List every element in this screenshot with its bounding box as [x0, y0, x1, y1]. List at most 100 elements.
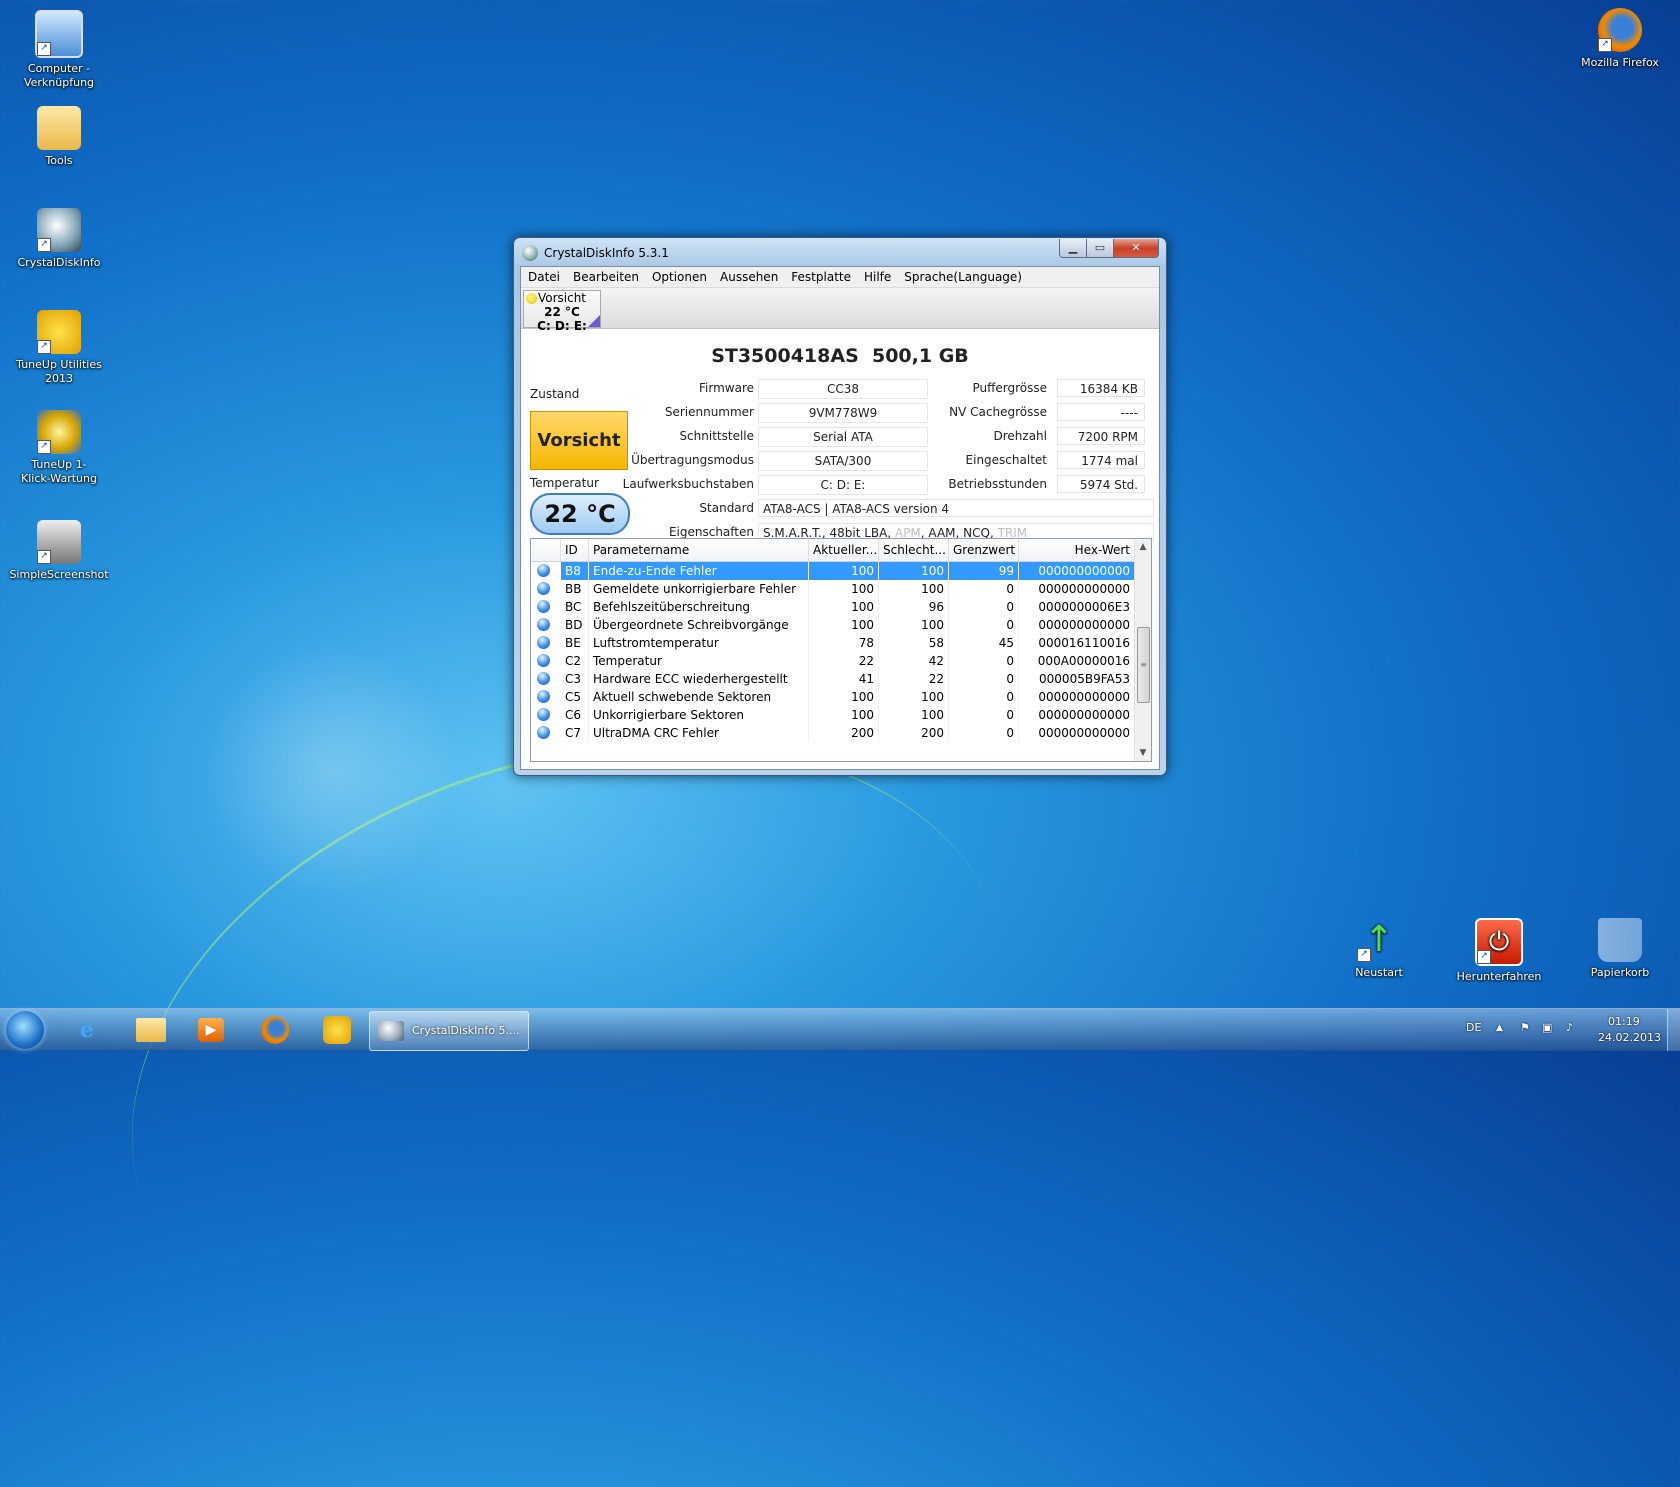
- cell-id: C7: [561, 724, 589, 742]
- cell-threshold: 0: [949, 652, 1019, 670]
- table-row[interactable]: C5 Aktuell schwebende Sektoren 100 100 0 0000…: [531, 688, 1135, 706]
- firefox-taskbar-icon[interactable]: [250, 1013, 300, 1047]
- cell-threshold: 0: [949, 670, 1019, 688]
- close-button[interactable]: ✕: [1113, 239, 1159, 258]
- language-indicator[interactable]: DE: [1466, 1021, 1481, 1034]
- desktop-icon-firefox[interactable]: ↗ Mozilla Firefox: [1565, 8, 1675, 70]
- table-row[interactable]: BE Luftstromtemperatur 78 58 45 000016110016: [531, 634, 1135, 652]
- column-header[interactable]: Parametername: [589, 539, 809, 561]
- app-icon: [522, 245, 538, 261]
- disk-tab[interactable]: Vorsicht 22 °C C: D: E:: [523, 290, 601, 333]
- scroll-up-icon[interactable]: ▲: [1135, 539, 1151, 555]
- desktop-icon-tuneup-oneclick[interactable]: ↗ TuneUp 1-Klick-Wartung: [4, 410, 114, 486]
- maximize-button[interactable]: ▭: [1086, 239, 1114, 258]
- menu-optionen[interactable]: Optionen: [645, 267, 713, 287]
- table-row[interactable]: C6 Unkorrigierbare Sektoren 100 100 0 0000000…: [531, 706, 1135, 724]
- wallpaper-glow: [200, 640, 460, 900]
- menu-hilfe[interactable]: Hilfe: [857, 267, 897, 287]
- column-status[interactable]: [531, 539, 561, 561]
- menu-bearbeiten[interactable]: Bearbeiten: [566, 267, 645, 287]
- desktop-icon-papierkorb[interactable]: Papierkorb: [1565, 918, 1675, 980]
- desktop-icon-computer[interactable]: ↗ Computer - Verknüpfung: [4, 10, 114, 90]
- scroll-down-icon[interactable]: ▼: [1135, 745, 1151, 761]
- clock-time[interactable]: 01:19: [1608, 1015, 1640, 1028]
- scroll-thumb[interactable]: ≡: [1137, 627, 1150, 703]
- desktop-icon-tuneup[interactable]: ↗ TuneUp Utilities 2013: [4, 310, 114, 386]
- column-header[interactable]: Aktueller...: [809, 539, 879, 561]
- network-icon[interactable]: ▣: [1542, 1021, 1552, 1034]
- desktop-icon-label: Neustart: [1355, 966, 1403, 979]
- temperature-display[interactable]: 22 °C: [530, 493, 630, 535]
- column-header[interactable]: Hex-Wert: [1019, 539, 1135, 561]
- tuneup-taskbar-icon[interactable]: [312, 1013, 362, 1047]
- info-label: Drehzahl: [993, 429, 1048, 443]
- info-label: Puffergrösse: [972, 381, 1047, 395]
- table-row[interactable]: B8 Ende-zu-Ende Fehler 100 100 99 00000000000…: [531, 562, 1135, 580]
- cell-name: Unkorrigierbare Sektoren: [589, 706, 809, 724]
- ie-icon[interactable]: e: [62, 1013, 112, 1047]
- folder-icon: [37, 106, 81, 150]
- action-center-flag-icon[interactable]: ⚑: [1520, 1021, 1530, 1034]
- cell-worst: 58: [879, 634, 949, 652]
- cell-id: B8: [561, 562, 589, 580]
- menu-aussehen[interactable]: Aussehen: [713, 267, 784, 287]
- cell-worst: 100: [879, 562, 949, 580]
- volume-icon[interactable]: ♪: [1566, 1021, 1573, 1034]
- desktop-icon-tools[interactable]: Tools: [4, 106, 114, 168]
- info-value: SATA/300: [758, 451, 928, 471]
- info-label: Schnittstelle: [679, 429, 754, 443]
- media-player-icon[interactable]: ▶: [186, 1013, 236, 1047]
- attribute-status-icon: [537, 672, 550, 685]
- recycle-bin-icon: [1598, 918, 1642, 962]
- desktop-icon-herunterfahren[interactable]: ⏻ ↗ Herunterfahren: [1444, 918, 1554, 984]
- cell-threshold: 0: [949, 616, 1019, 634]
- info-label: Betriebsstunden: [948, 477, 1047, 491]
- column-header[interactable]: Schlecht...: [879, 539, 949, 561]
- menu-sprache[interactable]: Sprache(Language): [897, 267, 1028, 287]
- cell-raw: 000000000000: [1019, 724, 1135, 742]
- column-header[interactable]: ID: [561, 539, 589, 561]
- smart-attribute-table[interactable]: ID Parametername Aktueller... Schlecht..…: [530, 538, 1152, 762]
- table-row[interactable]: BC Befehlszeitüberschreitung 100 96 0 0000000…: [531, 598, 1135, 616]
- minimize-button[interactable]: ▁: [1059, 239, 1087, 258]
- table-row[interactable]: C3 Hardware ECC wiederhergestellt 41 22 0 000…: [531, 670, 1135, 688]
- table-row[interactable]: C2 Temperatur 22 42 0 000A00000016: [531, 652, 1135, 670]
- show-hidden-icons[interactable]: ▲: [1496, 1023, 1503, 1033]
- desktop-icon-crystaldiskinfo[interactable]: ↗ CrystalDiskInfo: [4, 208, 114, 270]
- taskbar-task-label: CrystalDiskInfo 5....: [412, 1024, 520, 1037]
- zustand-label: Zustand: [530, 387, 580, 401]
- attribute-status-icon: [537, 636, 550, 649]
- taskbar-button-crystaldiskinfo[interactable]: CrystalDiskInfo 5....: [369, 1011, 529, 1051]
- attribute-status-icon: [537, 690, 550, 703]
- cell-name: Hardware ECC wiederhergestellt: [589, 670, 809, 688]
- menu-festplatte[interactable]: Festplatte: [784, 267, 857, 287]
- cell-worst: 100: [879, 580, 949, 598]
- desktop-icon-label: Herunterfahren: [1456, 970, 1542, 983]
- cell-threshold: 0: [949, 598, 1019, 616]
- window-client: Datei Bearbeiten Optionen Aussehen Festp…: [520, 266, 1160, 770]
- cell-threshold: 0: [949, 688, 1019, 706]
- show-desktop-button[interactable]: [1667, 1009, 1680, 1051]
- table-scrollbar[interactable]: ▲ ≡ ▼: [1134, 539, 1151, 761]
- table-row[interactable]: C7 UltraDMA CRC Fehler 200 200 0 000000000000: [531, 724, 1135, 742]
- cell-name: Ende-zu-Ende Fehler: [589, 562, 809, 580]
- title-bar[interactable]: CrystalDiskInfo 5.3.1 ▁ ▭ ✕: [514, 238, 1166, 266]
- cell-current: 100: [809, 688, 879, 706]
- explorer-icon[interactable]: [126, 1013, 176, 1047]
- cell-name: Befehlszeitüberschreitung: [589, 598, 809, 616]
- cell-worst: 100: [879, 688, 949, 706]
- clock-date[interactable]: 24.02.2013: [1598, 1031, 1661, 1044]
- table-row[interactable]: BD Übergeordnete Schreibvorgänge 100 100 0 00…: [531, 616, 1135, 634]
- cell-name: Luftstromtemperatur: [589, 634, 809, 652]
- cell-name: Aktuell schwebende Sektoren: [589, 688, 809, 706]
- column-header[interactable]: Grenzwert: [949, 539, 1019, 561]
- table-row[interactable]: BB Gemeldete unkorrigierbare Fehler 100 100…: [531, 580, 1135, 598]
- menu-datei[interactable]: Datei: [521, 267, 566, 287]
- start-button[interactable]: [6, 1011, 44, 1049]
- desktop-icon-simplescreenshot[interactable]: ↗ SimpleScreenshot: [4, 520, 114, 582]
- crystaldiskinfo-window: CrystalDiskInfo 5.3.1 ▁ ▭ ✕ Datei Bearbe…: [513, 237, 1167, 776]
- health-status-button[interactable]: Vorsicht: [530, 411, 628, 470]
- cell-raw: 000000000000: [1019, 562, 1135, 580]
- desktop-icon-neustart[interactable]: ↑ ↗ Neustart: [1324, 918, 1434, 980]
- attribute-status-icon: [537, 654, 550, 667]
